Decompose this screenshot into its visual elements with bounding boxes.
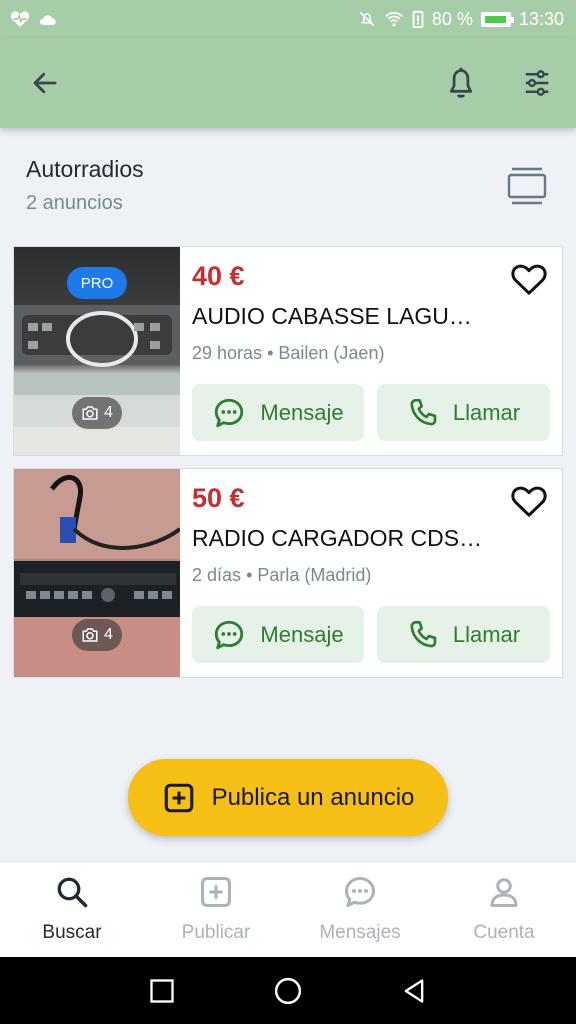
nav-cuenta[interactable]: Cuenta — [432, 862, 576, 958]
listing-title: RADIO CARGADOR CDS… — [192, 525, 483, 551]
back-button[interactable] — [22, 60, 68, 106]
photo-count-value: 4 — [104, 404, 113, 421]
home-icon[interactable] — [273, 976, 303, 1006]
chat-icon — [345, 877, 375, 907]
health-heart-icon — [10, 11, 30, 28]
nav-label: Cuenta — [473, 922, 535, 943]
nav-buscar[interactable]: Buscar — [0, 862, 144, 958]
pro-badge: PRO — [67, 267, 127, 299]
back-triangle-icon[interactable] — [400, 977, 428, 1005]
filters-button[interactable] — [514, 60, 560, 106]
cloud-icon — [39, 15, 56, 25]
heart-icon — [511, 486, 547, 517]
filters-icon — [525, 70, 549, 96]
listing-meta: 29 horas • Bailen (Jaen) — [192, 343, 384, 364]
listing-price: 40 € — [192, 261, 245, 291]
listing-time: 2 días — [192, 565, 242, 585]
meta-separator: • — [246, 565, 258, 585]
listing-title: AUDIO CABASSE LAGU… — [192, 303, 472, 329]
meta-separator: • — [267, 343, 279, 363]
listing-photo[interactable]: 4 — [14, 469, 180, 677]
back-arrow-icon — [33, 72, 57, 94]
message-button[interactable]: Mensaje — [192, 606, 364, 663]
bell-icon — [449, 67, 473, 98]
plus-square-icon — [201, 877, 231, 907]
call-button[interactable]: Llamar — [377, 606, 550, 663]
alerts-button[interactable] — [438, 60, 484, 106]
listing-card[interactable]: PRO 4 40 € AUDIO CABASSE LAGU… 29 horas … — [13, 246, 563, 456]
favorite-button[interactable] — [508, 481, 550, 521]
listing-time: 29 horas — [192, 343, 263, 363]
chat-icon — [215, 620, 244, 649]
listing-photo[interactable]: PRO 4 — [14, 247, 180, 455]
nav-label: Mensajes — [319, 922, 401, 943]
plus-square-icon — [164, 783, 193, 812]
listing-location: Bailen (Jaen) — [278, 343, 385, 363]
call-button[interactable]: Llamar — [377, 384, 550, 441]
listing-location: Parla (Madrid) — [257, 565, 372, 585]
battery-percent: 80 % — [431, 8, 473, 29]
photo-count-value: 4 — [104, 626, 113, 643]
system-navigation-bar — [0, 957, 576, 1024]
listing-price: 50 € — [192, 483, 245, 513]
publish-ad-label: Publica un anuncio — [211, 783, 415, 811]
publish-ad-button[interactable]: Publica un anuncio — [128, 759, 448, 836]
chat-icon — [215, 398, 244, 427]
message-button-label: Mensaje — [260, 399, 344, 425]
category-title: Autorradios — [26, 156, 144, 182]
nav-label: Publicar — [181, 922, 251, 943]
recents-icon[interactable] — [148, 977, 176, 1005]
message-button[interactable]: Mensaje — [192, 384, 364, 441]
phone-icon — [410, 398, 437, 425]
call-button-label: Llamar — [452, 621, 521, 647]
battery-alert-icon — [412, 10, 424, 28]
bottom-navigation: Buscar Publicar Mensajes Cuenta — [0, 861, 576, 957]
photo-count: 4 — [72, 619, 122, 651]
battery-icon — [480, 11, 514, 27]
search-icon — [57, 877, 88, 908]
view-toggle-button[interactable] — [506, 166, 548, 206]
heart-icon — [511, 264, 547, 295]
app-bar — [0, 38, 576, 128]
photo-count: 4 — [72, 397, 122, 429]
favorite-button[interactable] — [508, 259, 550, 299]
phone-icon — [410, 620, 437, 647]
call-button-label: Llamar — [452, 399, 521, 425]
message-button-label: Mensaje — [260, 621, 344, 647]
clock: 13:30 — [518, 8, 564, 29]
list-view-icon — [507, 167, 547, 205]
camera-icon — [82, 628, 98, 642]
nav-mensajes[interactable]: Mensajes — [288, 862, 432, 958]
status-bar: 80 % 13:30 — [0, 0, 576, 38]
wifi-icon — [384, 11, 403, 27]
user-icon — [490, 878, 518, 907]
camera-icon — [82, 406, 98, 420]
listing-meta: 2 días • Parla (Madrid) — [192, 565, 371, 586]
nav-publicar[interactable]: Publicar — [144, 862, 288, 958]
mute-icon — [359, 11, 375, 27]
listing-card[interactable]: 4 50 € RADIO CARGADOR CDS… 2 días • Parl… — [13, 468, 563, 678]
nav-label: Buscar — [42, 922, 102, 943]
results-count: 2 anuncios — [26, 192, 123, 214]
